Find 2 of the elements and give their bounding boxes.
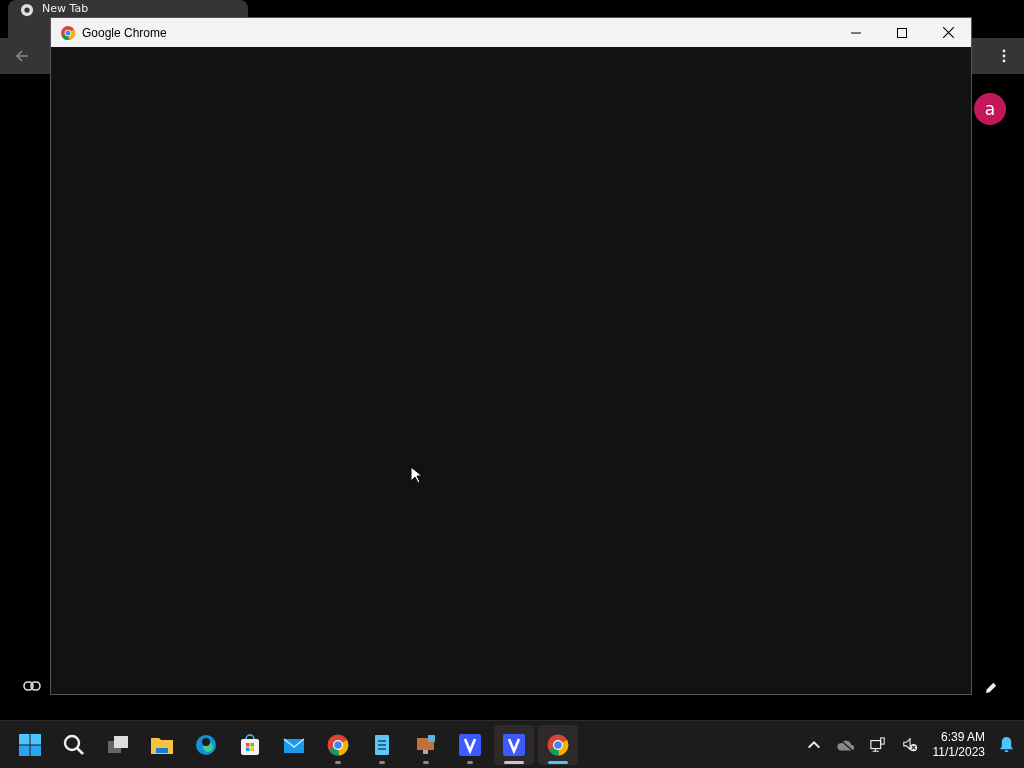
tab-title: New Tab — [42, 2, 89, 15]
window-title: Google Chrome — [82, 25, 167, 40]
